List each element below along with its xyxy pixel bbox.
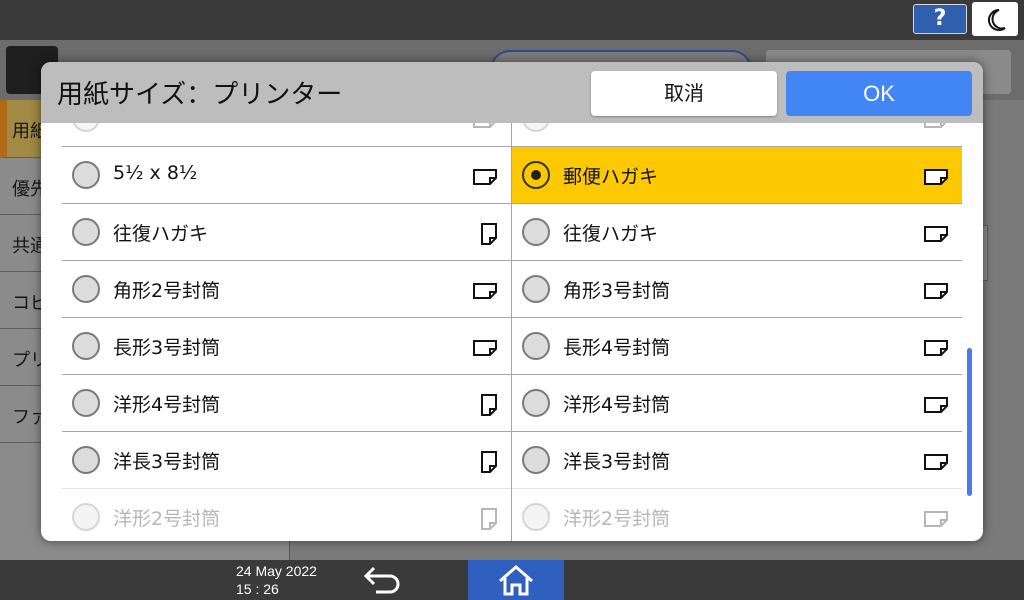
landscape-paper-icon <box>473 340 497 356</box>
radio-button[interactable] <box>522 503 550 531</box>
radio-button[interactable] <box>72 389 100 417</box>
landscape-paper-icon <box>924 283 948 299</box>
radio-button[interactable] <box>522 161 550 189</box>
landscape-paper-icon <box>924 454 948 470</box>
paper-size-option[interactable]: 往復ハガキ <box>512 203 962 260</box>
paper-size-option[interactable]: 洋長3号封筒 <box>62 431 511 488</box>
radio-selected-dot <box>531 170 541 180</box>
paper-size-label: 郵便ハガキ <box>563 166 659 188</box>
paper-size-option[interactable]: 8½ x 11 <box>512 123 962 146</box>
radio-button[interactable] <box>72 503 100 531</box>
date-text: 24 May 2022 <box>236 563 317 579</box>
energy-saver-button[interactable] <box>972 2 1018 36</box>
landscape-paper-icon <box>924 511 948 527</box>
paper-size-label: 往復ハガキ <box>113 223 209 245</box>
paper-size-option[interactable]: 長形3号封筒 <box>62 317 511 374</box>
home-button[interactable] <box>468 560 564 600</box>
portrait-paper-icon <box>481 223 497 245</box>
radio-button[interactable] <box>72 275 100 303</box>
paper-size-option[interactable]: 往復ハガキ <box>62 203 511 260</box>
ok-button[interactable]: OK <box>786 71 972 116</box>
paper-size-option[interactable]: 角形2号封筒 <box>62 260 511 317</box>
back-arrow-icon <box>363 566 400 594</box>
help-button[interactable]: ? <box>913 4 967 34</box>
radio-button[interactable] <box>522 123 550 132</box>
paper-size-option[interactable]: 洋長3号封筒 <box>512 431 962 488</box>
paper-size-label: 長形4号封筒 <box>563 337 671 359</box>
landscape-paper-icon <box>473 123 496 128</box>
landscape-paper-icon <box>924 169 948 185</box>
date-time: 24 May 2022 15 : 26 <box>236 562 317 598</box>
landscape-paper-icon <box>924 397 948 413</box>
paper-size-label: 洋長3号封筒 <box>563 451 671 473</box>
landscape-paper-icon <box>924 123 947 128</box>
radio-button[interactable] <box>72 123 100 132</box>
radio-button[interactable] <box>522 275 550 303</box>
radio-button[interactable] <box>522 446 550 474</box>
radio-button[interactable] <box>522 332 550 360</box>
portrait-paper-icon <box>481 508 497 530</box>
paper-size-option[interactable]: 角形3号封筒 <box>512 260 962 317</box>
radio-button[interactable] <box>72 218 100 246</box>
paper-size-label: 8½ x 11 <box>113 123 191 127</box>
radio-button[interactable] <box>72 446 100 474</box>
paper-size-label: 長形3号封筒 <box>113 337 221 359</box>
paper-size-label: 洋形2号封筒 <box>113 508 221 530</box>
paper-size-label: 往復ハガキ <box>563 223 659 245</box>
paper-size-option[interactable]: 長形4号封筒 <box>512 317 962 374</box>
paper-size-option[interactable]: 郵便ハガキ <box>512 146 962 203</box>
dialog-header: 用紙サイズ：プリンター 取消 OK <box>41 62 983 123</box>
paper-size-label: 8½ x 11 <box>563 123 641 127</box>
bottom-bar: 24 May 2022 15 : 26 <box>0 560 1024 600</box>
paper-size-label: 洋形2号封筒 <box>563 508 671 530</box>
portrait-paper-icon <box>481 394 497 416</box>
paper-size-option[interactable]: 8½ x 11 <box>62 123 511 146</box>
scrollbar[interactable] <box>967 348 972 496</box>
paper-size-option[interactable]: 洋形2号封筒 <box>512 488 962 541</box>
paper-size-label: 角形3号封筒 <box>563 280 671 302</box>
landscape-paper-icon <box>924 226 948 242</box>
paper-size-option[interactable]: 洋形2号封筒 <box>62 488 511 541</box>
portrait-paper-icon <box>481 451 497 473</box>
paper-size-label: 洋形4号封筒 <box>113 394 221 416</box>
cancel-button[interactable]: 取消 <box>591 71 777 116</box>
paper-size-list[interactable]: 8½ x 115½ x 8½往復ハガキ角形2号封筒長形3号封筒洋形4号封筒洋長3… <box>62 123 962 541</box>
landscape-paper-icon <box>924 340 948 356</box>
time-text: 15 : 26 <box>236 581 279 597</box>
paper-size-option[interactable]: 5½ x 8½ <box>62 146 511 203</box>
paper-size-option[interactable]: 洋形4号封筒 <box>512 374 962 431</box>
radio-button[interactable] <box>72 332 100 360</box>
landscape-paper-icon <box>473 169 497 185</box>
paper-size-label: 洋長3号封筒 <box>113 451 221 473</box>
paper-size-dialog: 用紙サイズ：プリンター 取消 OK 8½ x 11 5½ x 8½ 往復ハガキ角形2… <box>41 62 983 541</box>
paper-size-option[interactable]: 洋形4号封筒 <box>62 374 511 431</box>
paper-size-label: 角形2号封筒 <box>113 280 221 302</box>
back-button[interactable] <box>360 564 402 596</box>
radio-button[interactable] <box>522 389 550 417</box>
paper-size-label: 洋形4号封筒 <box>563 394 671 416</box>
moon-icon <box>988 9 1006 31</box>
paper-size-label: 5½ x 8½ <box>113 162 198 184</box>
top-status-bar: ? <box>0 0 1024 40</box>
radio-button[interactable] <box>72 161 100 189</box>
landscape-paper-icon <box>473 283 497 299</box>
home-icon <box>499 565 533 596</box>
radio-button[interactable] <box>522 218 550 246</box>
dialog-title: 用紙サイズ：プリンター <box>57 80 343 110</box>
